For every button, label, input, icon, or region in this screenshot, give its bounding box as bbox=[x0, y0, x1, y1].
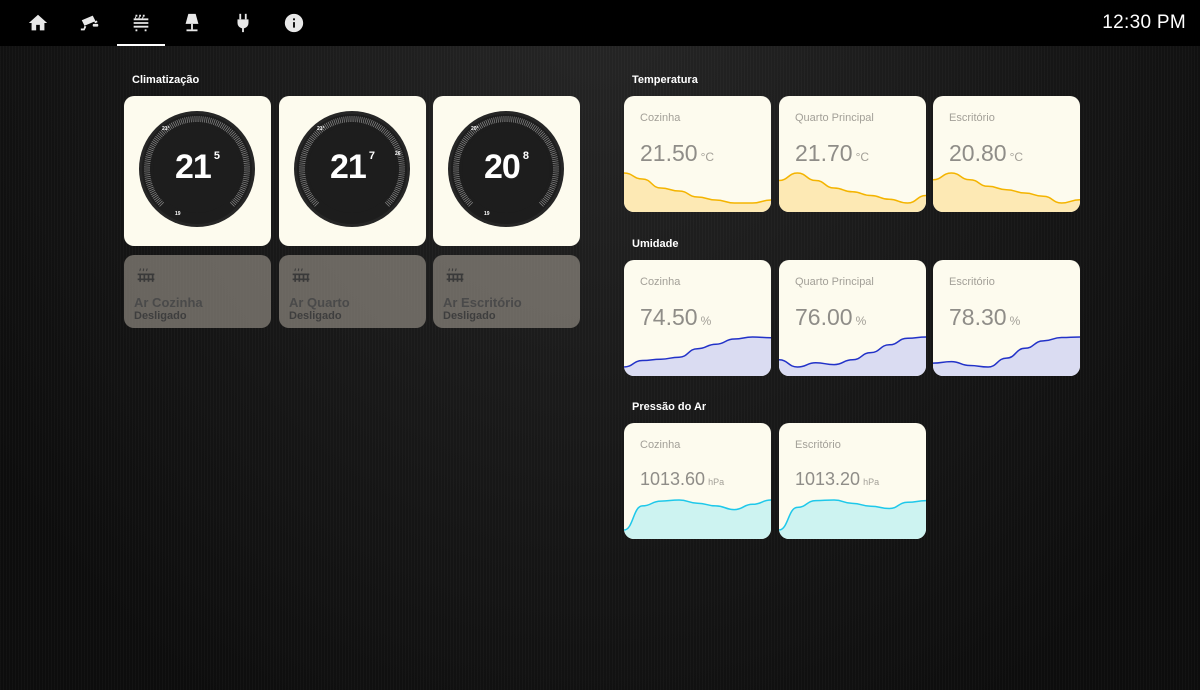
sensor-sparkline bbox=[624, 172, 771, 212]
sensor-card-temperatura[interactable]: Quarto Principal 21.70 °C bbox=[779, 96, 926, 212]
sensor-value: 20.80 °C bbox=[949, 140, 1023, 167]
home-icon[interactable] bbox=[14, 0, 62, 46]
sensor-name: Cozinha bbox=[640, 439, 681, 451]
current-temperature: 21 5 bbox=[124, 148, 271, 187]
sensor-name: Escritório bbox=[949, 112, 995, 124]
sensor-number: 74.50 bbox=[640, 304, 698, 330]
radiator-icon bbox=[292, 268, 310, 282]
top-navigation-bar: 12:30 PM bbox=[0, 0, 1200, 46]
cctv-camera-icon[interactable] bbox=[66, 0, 114, 46]
temperature-decimal: 5 bbox=[213, 150, 220, 162]
ac-unit-state: Desligado bbox=[443, 310, 496, 322]
section-title-pressao: Pressão do Ar bbox=[632, 401, 707, 413]
setpoint-label: 21° bbox=[317, 126, 325, 132]
sensor-number: 21.70 bbox=[795, 140, 853, 166]
sensor-name: Quarto Principal bbox=[795, 276, 874, 288]
ac-unit-state: Desligado bbox=[289, 310, 342, 322]
sensor-unit: hPa bbox=[863, 477, 880, 487]
sensor-sparkline bbox=[624, 499, 771, 539]
sensor-sparkline bbox=[779, 336, 926, 376]
info-icon[interactable] bbox=[270, 0, 318, 46]
sensor-card-umidade[interactable]: Quarto Principal 76.00% bbox=[779, 260, 926, 376]
sensor-card-temperatura[interactable]: Escritório 20.80 °C bbox=[933, 96, 1080, 212]
ac-unit-state: Desligado bbox=[134, 310, 187, 322]
sensor-value: 21.70 °C bbox=[795, 140, 869, 167]
clock: 12:30 PM bbox=[1102, 12, 1186, 33]
sensor-sparkline bbox=[624, 336, 771, 376]
sensor-number: 1013.60 bbox=[640, 469, 706, 489]
temperature-integer: 20 bbox=[484, 148, 521, 186]
ac-unit-name: Ar Escritório bbox=[443, 295, 522, 310]
low-range-label: 19 bbox=[484, 211, 490, 217]
sensor-value: 1013.60 hPa bbox=[640, 469, 724, 490]
current-temperature: 21 7 bbox=[279, 148, 426, 187]
sparkline-area bbox=[933, 173, 1080, 212]
radiator-icon[interactable] bbox=[117, 0, 165, 46]
sensor-unit: % bbox=[855, 314, 867, 328]
sensor-name: Escritório bbox=[949, 276, 995, 288]
sensor-unit: % bbox=[1009, 314, 1021, 328]
ac-unit-name: Ar Quarto bbox=[289, 295, 350, 310]
ac-unit-card[interactable]: Ar Quarto Desligado bbox=[279, 255, 426, 328]
sensor-number: 78.30 bbox=[949, 304, 1007, 330]
sensor-card-temperatura[interactable]: Cozinha 21.50 °C bbox=[624, 96, 771, 212]
ac-unit-card[interactable]: Ar Cozinha Desligado bbox=[124, 255, 271, 328]
sensor-value: 1013.20 hPa bbox=[795, 469, 879, 490]
temperature-integer: 21 bbox=[175, 148, 212, 186]
plug-icon[interactable] bbox=[219, 0, 267, 46]
sensor-card-pressao[interactable]: Cozinha 1013.60 hPa bbox=[624, 423, 771, 539]
setpoint-label: 21° bbox=[162, 126, 170, 132]
high-range-label: 26 bbox=[395, 151, 401, 157]
radiator-icon bbox=[446, 268, 464, 282]
section-title-umidade: Umidade bbox=[632, 238, 679, 250]
sparkline-area bbox=[779, 500, 926, 539]
sensor-sparkline bbox=[933, 172, 1080, 212]
sparkline-area bbox=[624, 173, 771, 212]
low-range-label: 19 bbox=[175, 211, 181, 217]
lamp-icon[interactable] bbox=[168, 0, 216, 46]
sensor-card-umidade[interactable]: Cozinha 74.50% bbox=[624, 260, 771, 376]
sensor-unit: % bbox=[700, 314, 712, 328]
section-title-temperatura: Temperatura bbox=[632, 74, 698, 86]
sensor-value: 76.00% bbox=[795, 304, 866, 331]
sensor-unit: °C bbox=[855, 150, 870, 164]
sensor-value: 21.50 °C bbox=[640, 140, 714, 167]
temperature-decimal: 8 bbox=[522, 150, 529, 162]
sensor-number: 1013.20 bbox=[795, 469, 861, 489]
sensor-value: 74.50% bbox=[640, 304, 711, 331]
sensor-sparkline bbox=[779, 499, 926, 539]
radiator-icon bbox=[137, 268, 155, 282]
temperature-integer: 21 bbox=[330, 148, 367, 186]
temperature-decimal: 7 bbox=[368, 150, 375, 162]
section-title-climatizacao: Climatização bbox=[132, 74, 200, 86]
sensor-number: 21.50 bbox=[640, 140, 698, 166]
current-temperature: 20 8 bbox=[433, 148, 580, 187]
thermostat-card[interactable]: 20 8 20° 19 bbox=[433, 96, 580, 246]
sensor-name: Quarto Principal bbox=[795, 112, 874, 124]
sensor-name: Cozinha bbox=[640, 112, 681, 124]
sparkline-area bbox=[933, 337, 1080, 376]
sensor-unit: hPa bbox=[708, 477, 725, 487]
sensor-sparkline bbox=[933, 336, 1080, 376]
sensor-sparkline bbox=[779, 172, 926, 212]
thermostat-card[interactable]: 21 5 21° 19 bbox=[124, 96, 271, 246]
sensor-number: 76.00 bbox=[795, 304, 853, 330]
sensor-name: Escritório bbox=[795, 439, 841, 451]
sparkline-area bbox=[624, 337, 771, 376]
sensor-value: 78.30% bbox=[949, 304, 1020, 331]
ac-unit-card[interactable]: Ar Escritório Desligado bbox=[433, 255, 580, 328]
sensor-name: Cozinha bbox=[640, 276, 681, 288]
sensor-number: 20.80 bbox=[949, 140, 1007, 166]
sensor-card-pressao[interactable]: Escritório 1013.20 hPa bbox=[779, 423, 926, 539]
thermostat-card[interactable]: 21 7 21° 26 bbox=[279, 96, 426, 246]
sparkline-area bbox=[779, 337, 926, 376]
setpoint-label: 20° bbox=[471, 126, 479, 132]
ac-unit-name: Ar Cozinha bbox=[134, 295, 203, 310]
sensor-unit: °C bbox=[1009, 150, 1024, 164]
sensor-unit: °C bbox=[700, 150, 715, 164]
sensor-card-umidade[interactable]: Escritório 78.30% bbox=[933, 260, 1080, 376]
